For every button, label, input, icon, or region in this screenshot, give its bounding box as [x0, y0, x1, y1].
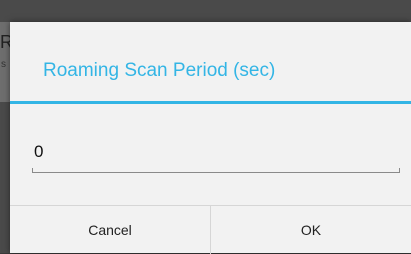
scan-period-input[interactable]	[32, 132, 400, 172]
ok-button[interactable]: OK	[211, 206, 411, 254]
edit-text-dialog: Roaming Scan Period (sec) Cancel OK	[10, 22, 411, 254]
input-container	[32, 132, 400, 176]
background-preference-title: Ro	[0, 32, 10, 52]
input-underline	[32, 172, 400, 173]
input-underline-right-tick	[399, 168, 400, 173]
cancel-button[interactable]: Cancel	[10, 206, 210, 254]
dialog-button-bar: Cancel OK	[10, 205, 411, 254]
background-preference-summary: s	[1, 59, 6, 70]
input-underline-left-tick	[32, 168, 33, 173]
background-preference-item: Ro s	[0, 22, 10, 102]
dialog-title: Roaming Scan Period (sec)	[43, 60, 276, 81]
title-divider	[10, 101, 411, 104]
